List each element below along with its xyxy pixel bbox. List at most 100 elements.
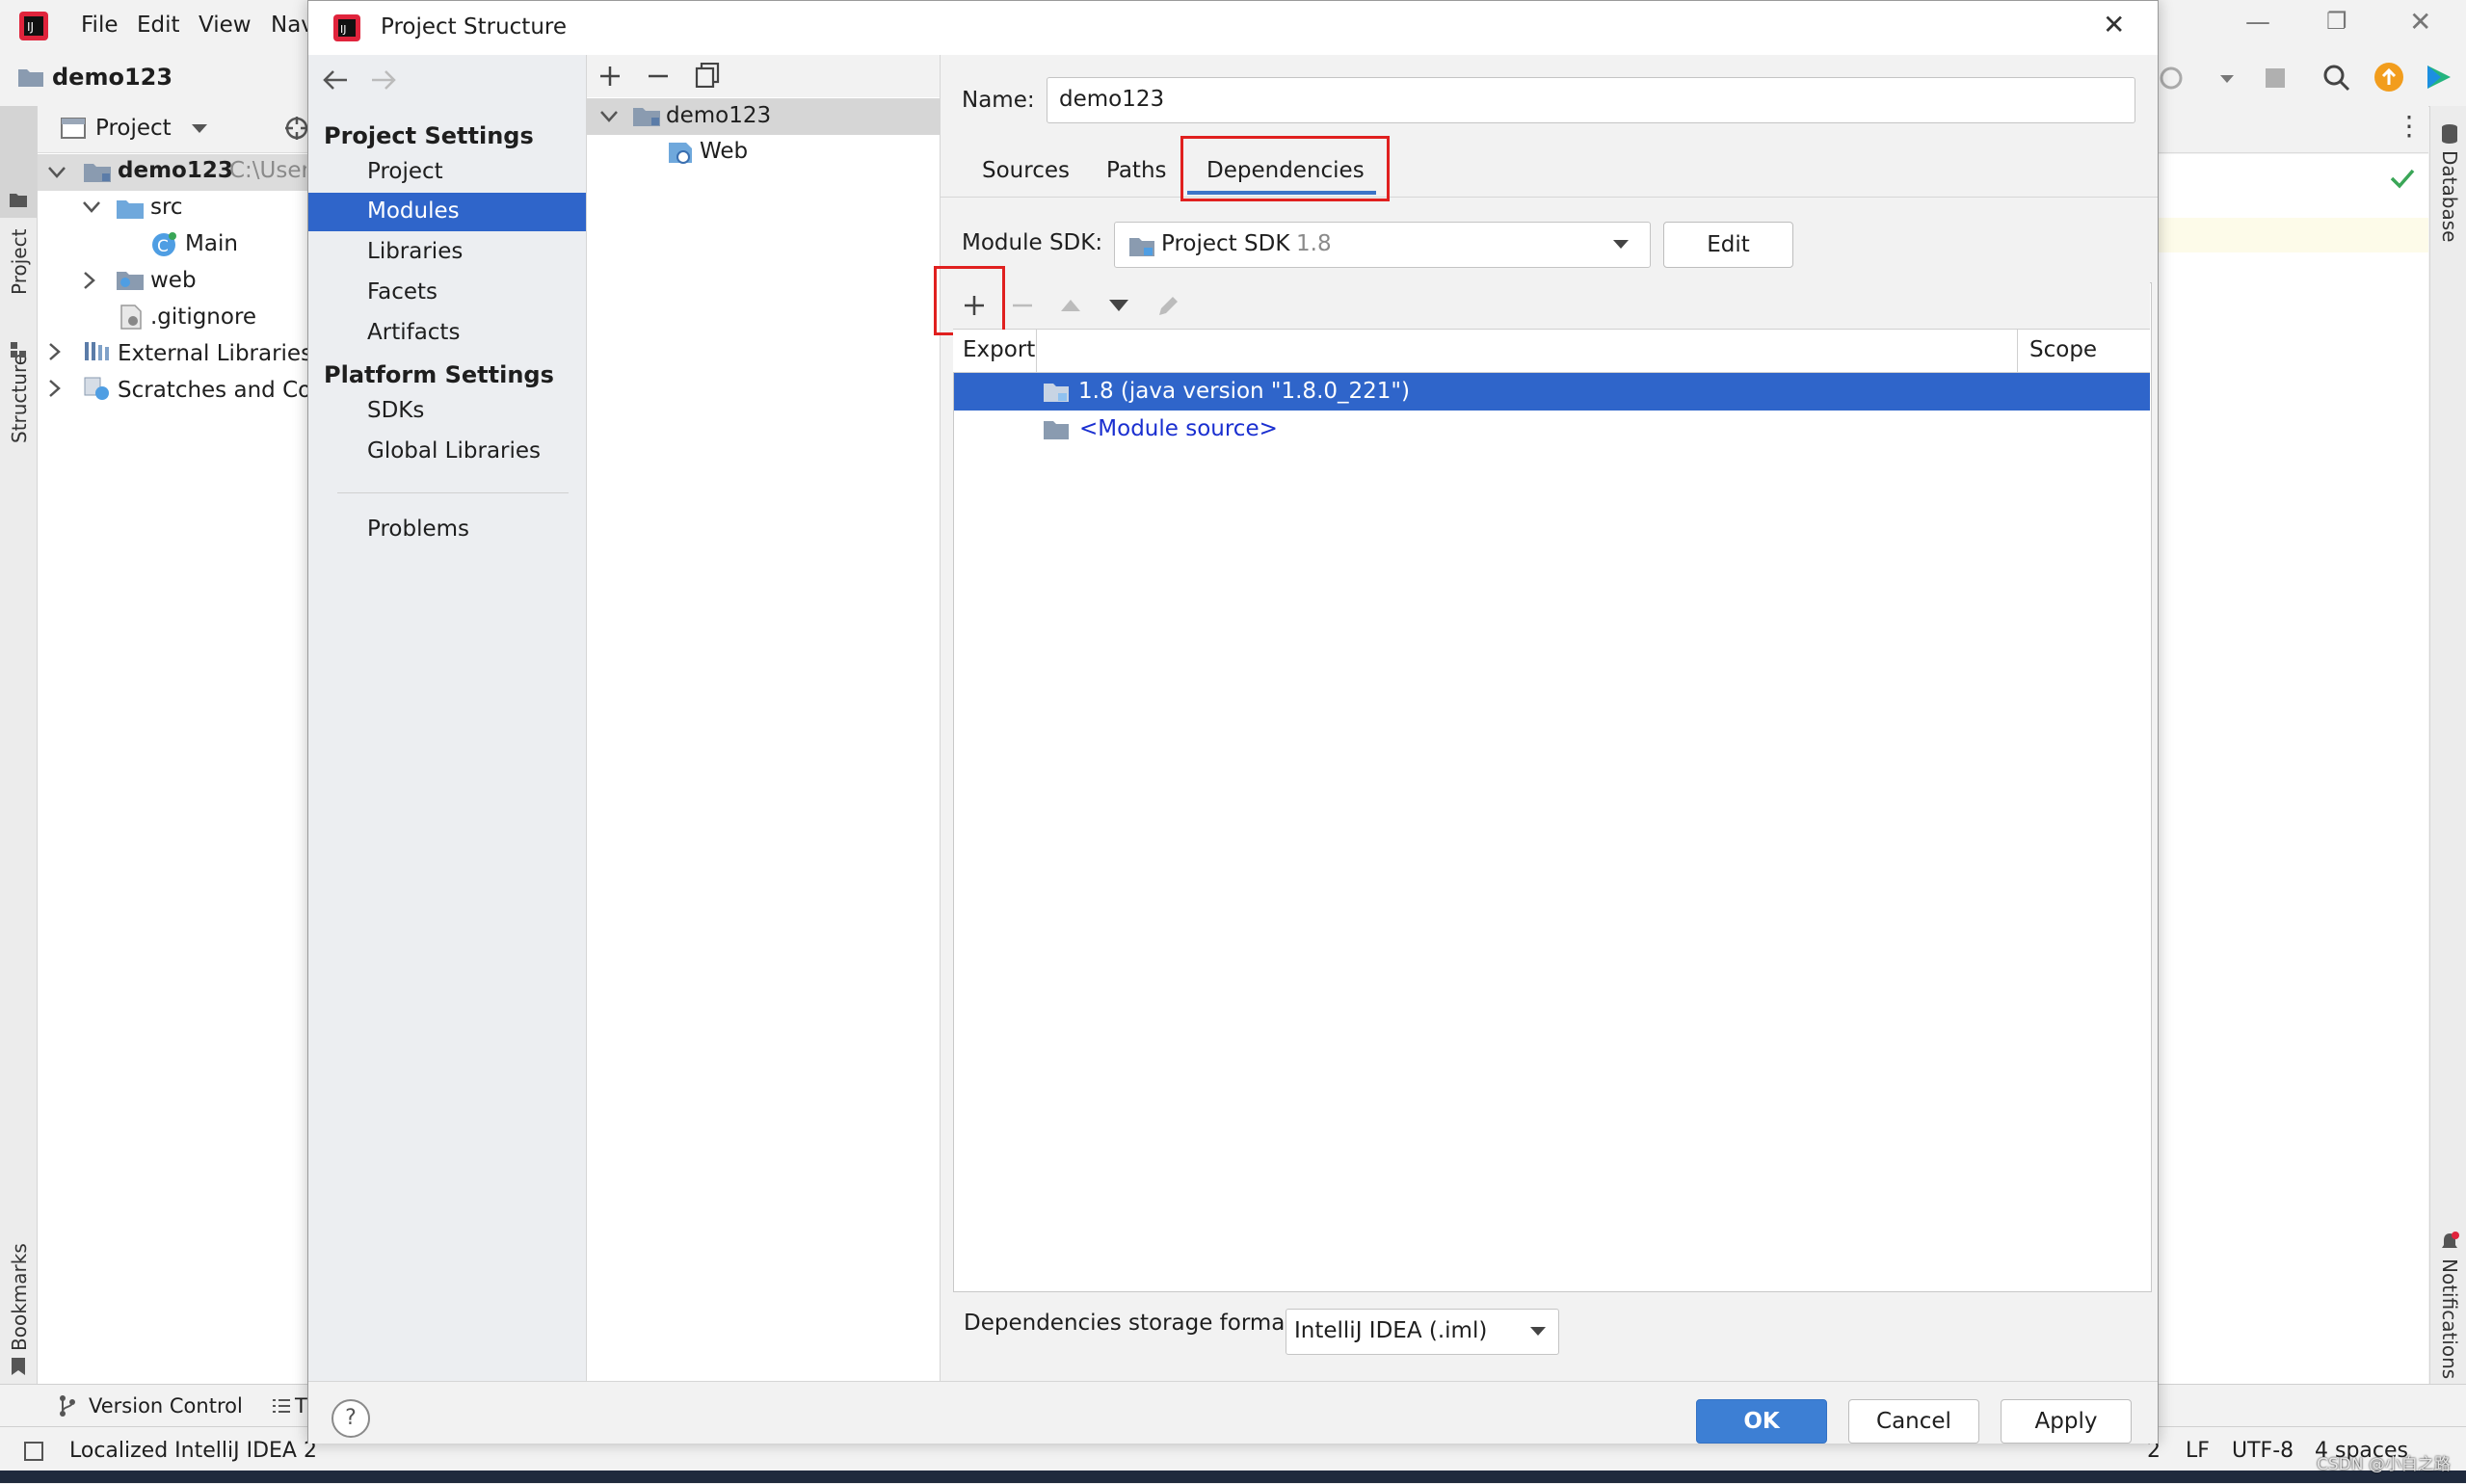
forward-arrow-icon[interactable] (370, 68, 397, 92)
module-sdk-dropdown[interactable]: Project SDK 1.8 (1114, 222, 1651, 268)
scratches-icon (84, 377, 109, 400)
project-tree-root[interactable]: demo123 (118, 158, 233, 183)
notifications-tool-window-button[interactable]: Notifications (2438, 1259, 2461, 1379)
chevron-down-icon[interactable] (83, 200, 100, 214)
tab-sources[interactable]: Sources (982, 158, 1070, 183)
ide-services-icon[interactable] (2424, 62, 2454, 93)
edit-sdk-button[interactable]: Edit (1663, 222, 1793, 268)
todo-button[interactable]: T (295, 1394, 307, 1418)
project-tree-external-libraries[interactable]: External Libraries (118, 341, 312, 366)
menu-edit[interactable]: Edit (137, 13, 180, 38)
chevron-down-icon[interactable] (2219, 73, 2235, 85)
tabs-divider (941, 197, 2158, 198)
project-tree-src[interactable]: src (150, 195, 183, 220)
apply-button[interactable]: Apply (2001, 1399, 2132, 1444)
project-view-selector[interactable]: Project (95, 116, 172, 141)
chevron-down-icon[interactable] (48, 166, 66, 179)
svg-text:C: C (157, 237, 169, 256)
more-options-icon[interactable]: ⋮ (2396, 110, 2423, 142)
chevron-right-icon[interactable] (83, 272, 96, 289)
database-tool-window-button[interactable]: Database (2438, 150, 2461, 242)
sidebar-item-libraries[interactable]: Libraries (367, 239, 463, 264)
nav-project-name[interactable]: demo123 (52, 64, 172, 91)
project-tool-window-button[interactable]: Project (8, 229, 31, 295)
chevron-down-icon[interactable] (600, 110, 618, 123)
module-sdk-value: Project SDK (1161, 231, 1290, 256)
sidebar-item-problems[interactable]: Problems (367, 517, 469, 542)
search-icon[interactable] (2322, 64, 2351, 93)
editor-area[interactable] (2157, 154, 2428, 1384)
version-control-button[interactable]: Version Control (89, 1394, 243, 1418)
chevron-down-icon (1613, 240, 1629, 249)
menu-file[interactable]: File (81, 13, 119, 38)
stop-icon[interactable] (2263, 66, 2288, 91)
module-tree-item-web[interactable]: Web (700, 139, 748, 164)
project-tree-gitignore[interactable]: .gitignore (150, 305, 256, 330)
bookmarks-tool-window-button[interactable]: Bookmarks (8, 1243, 31, 1351)
status-message[interactable]: Localized IntelliJ IDEA 2 (69, 1439, 317, 1463)
name-input-value: demo123 (1059, 87, 1165, 112)
chevron-right-icon[interactable] (48, 380, 62, 397)
folder-icon (18, 69, 43, 87)
project-tree-main[interactable]: Main (185, 231, 238, 256)
column-export[interactable]: Export (963, 337, 1035, 362)
intellij-logo-icon: IJ (333, 14, 360, 41)
column-scope[interactable]: Scope (2029, 337, 2097, 362)
close-window-icon[interactable]: ✕ (2409, 6, 2431, 38)
locate-icon[interactable] (284, 116, 309, 141)
run-config-icon[interactable] (2157, 64, 2186, 93)
storage-format-dropdown[interactable]: IntelliJ IDEA (.iml) (1286, 1309, 1559, 1355)
os-taskbar (0, 1471, 2466, 1483)
restore-window-icon[interactable]: ❐ (2326, 8, 2347, 35)
status-encoding[interactable]: UTF-8 (2232, 1439, 2294, 1463)
menu-view[interactable]: View (199, 13, 252, 38)
chevron-right-icon[interactable] (48, 343, 62, 360)
intellij-logo-icon: IJ (19, 12, 48, 40)
project-panel-header: Project (38, 106, 312, 153)
module-tree-item-demo123[interactable]: demo123 (666, 103, 771, 128)
highlight-add-button (934, 266, 1005, 335)
name-input[interactable]: demo123 (1047, 77, 2135, 123)
sidebar-item-sdks[interactable]: SDKs (367, 398, 424, 423)
close-icon[interactable]: ✕ (2103, 9, 2125, 40)
structure-tool-window-button[interactable]: Structure (8, 354, 31, 443)
editor-current-line (2157, 218, 2428, 252)
source-folder-icon (117, 200, 144, 219)
dependencies-table-header: Export Scope (953, 330, 2150, 373)
cancel-button[interactable]: Cancel (1848, 1399, 1979, 1444)
sidebar-item-facets[interactable]: Facets (367, 279, 438, 305)
remove-dependency-icon[interactable] (1011, 294, 1034, 317)
dialog-title-bar: IJ Project Structure ✕ (308, 1, 2158, 55)
update-icon[interactable] (2373, 62, 2404, 93)
module-sdk-label: Module SDK: (962, 230, 1103, 255)
editor-tab-bar: ⋮ (2157, 106, 2428, 153)
sidebar-heading-project-settings: Project Settings (324, 122, 534, 149)
status-line-separator[interactable]: LF (2186, 1439, 2210, 1463)
project-tree-scratches[interactable]: Scratches and Con (118, 378, 326, 403)
bookmark-icon (12, 1358, 25, 1375)
ok-button[interactable]: OK (1696, 1399, 1827, 1444)
sidebar-item-artifacts[interactable]: Artifacts (367, 320, 460, 345)
edit-pencil-icon[interactable] (1155, 294, 1180, 319)
status-toggle-icon[interactable] (23, 1441, 44, 1462)
tab-paths[interactable]: Paths (1106, 158, 1167, 183)
sidebar-item-global-libraries[interactable]: Global Libraries (367, 438, 541, 464)
left-tool-window-stripe: Project Structure Bookmarks (0, 106, 38, 1384)
dependency-module-source-label[interactable]: <Module source> (1079, 416, 1278, 441)
sidebar-item-project[interactable]: Project (367, 159, 443, 184)
chevron-down-icon[interactable] (191, 123, 208, 135)
sidebar-item-modules[interactable]: Modules (367, 199, 460, 224)
web-folder-icon (117, 272, 144, 290)
project-tree-web[interactable]: web (150, 268, 197, 293)
add-icon[interactable] (598, 65, 622, 88)
help-button[interactable]: ? (331, 1399, 370, 1438)
remove-icon[interactable] (647, 65, 670, 88)
move-up-icon[interactable] (1059, 296, 1082, 315)
back-arrow-icon[interactable] (322, 68, 349, 92)
copy-icon[interactable] (695, 63, 720, 88)
minimize-window-icon[interactable]: — (2245, 8, 2270, 37)
dialog-footer: ? OK Cancel Apply (308, 1381, 2158, 1444)
watermark: CSDN @小白之路 (2317, 1455, 2451, 1474)
module-folder-icon (84, 164, 111, 182)
move-down-icon[interactable] (1107, 296, 1130, 315)
